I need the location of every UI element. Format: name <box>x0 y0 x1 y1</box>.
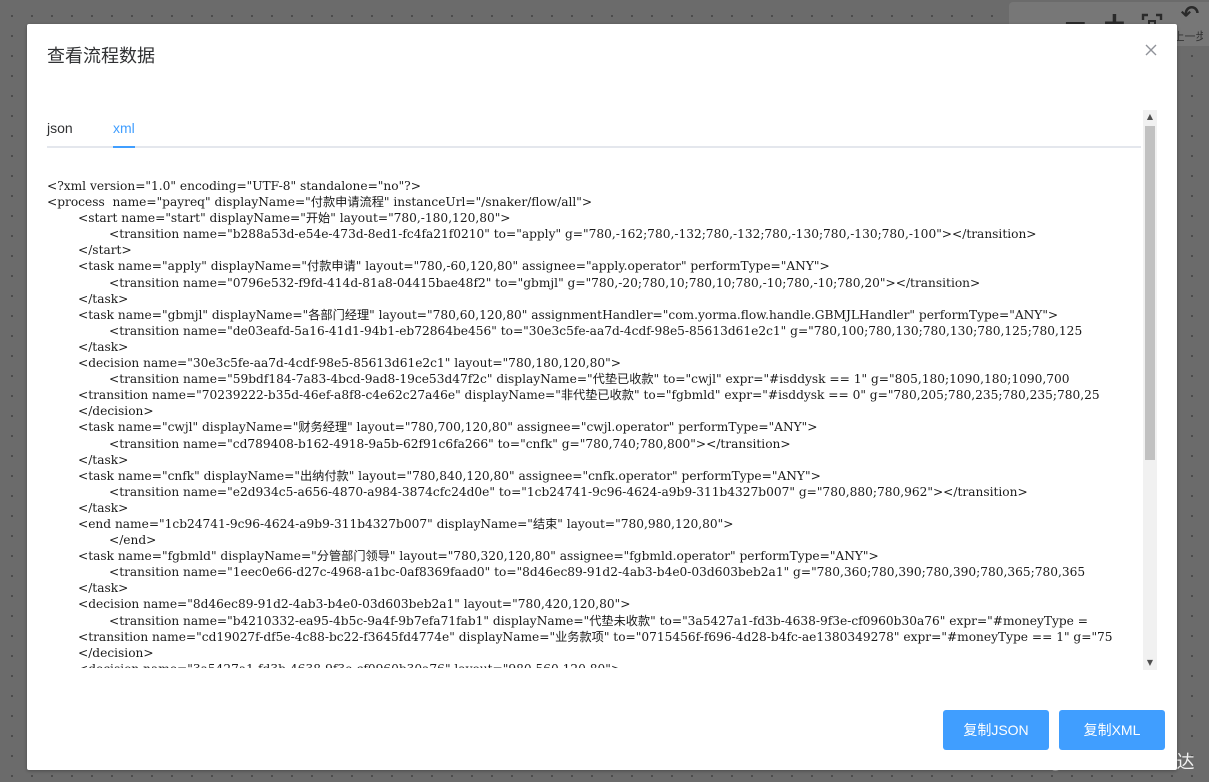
code-line: <decision name="30e3c5fe-aa7d-4cdf-98e5-… <box>47 356 621 371</box>
code-line: </end> <box>47 533 157 548</box>
code-line: <decision name="3a5427a1-fd3b-4638-9f3e-… <box>47 661 1141 668</box>
scroll-down-icon[interactable]: ▼ <box>1143 656 1157 670</box>
undo-label: 上一步 <box>1177 31 1203 43</box>
tab-active-indicator <box>113 146 135 148</box>
code-line: <transition name="1eec0e66-d27c-4968-a1b… <box>47 565 1086 580</box>
format-tabs: json xml <box>47 114 1141 148</box>
code-line: </task> <box>47 500 129 515</box>
code-line: <task name="fgbmld" displayName="分管部门领导"… <box>47 549 879 564</box>
code-line: <task name="gbmjl" displayName="各部门经理" l… <box>47 307 1059 322</box>
tab-xml[interactable]: xml <box>113 120 135 136</box>
code-scrollbar[interactable]: ▲ ▼ <box>1143 110 1157 670</box>
dialog-title: 查看流程数据 <box>47 46 155 66</box>
copy-xml-button[interactable]: 复制XML <box>1059 710 1165 750</box>
code-lines: <?xml version="1.0" encoding="UTF-8" sta… <box>47 178 1141 668</box>
code-line: </decision> <box>47 645 154 660</box>
tab-json[interactable]: json <box>47 120 73 136</box>
view-flow-data-dialog: 查看流程数据 json xml <?xml version="1.0" enco… <box>27 24 1177 770</box>
code-line: </start> <box>47 243 132 258</box>
code-line: <transition name="b4210332-ea95-4b5c-9a4… <box>47 613 1088 628</box>
undo-button[interactable]: ↶ 上一步 <box>1177 4 1203 44</box>
scroll-thumb[interactable] <box>1145 126 1155 460</box>
code-line: <process name="payreq" displayName="付款申请… <box>47 195 593 210</box>
code-line: </task> <box>47 581 129 596</box>
copy-json-button[interactable]: 复制JSON <box>943 710 1049 750</box>
code-line: <task name="cwjl" displayName="财务经理" lay… <box>47 420 818 435</box>
code-line: </task> <box>47 291 129 306</box>
code-line: </task> <box>47 452 129 467</box>
code-line: <task name="cnfk" displayName="出纳付款" lay… <box>47 468 821 483</box>
code-line: <transition name="cd789408-b162-4918-9a5… <box>47 436 791 451</box>
xml-code-view[interactable]: <?xml version="1.0" encoding="UTF-8" sta… <box>47 154 1141 668</box>
code-line: <transition name="0796e532-f9fd-414d-81a… <box>47 275 981 290</box>
close-icon[interactable] <box>1143 42 1159 58</box>
code-line: <task name="apply" displayName="付款申请" la… <box>47 259 830 274</box>
code-line: </decision> <box>47 404 154 419</box>
code-line: <transition name="e2d934c5-a656-4870-a98… <box>47 484 1028 499</box>
code-line: <decision name="8d46ec89-91d2-4ab3-b4e0-… <box>47 597 631 612</box>
code-line: <start name="start" displayName="开始" lay… <box>47 211 511 226</box>
code-line: <?xml version="1.0" encoding="UTF-8" sta… <box>47 179 421 193</box>
code-line: <transition name="70239222-b35d-46ef-a8f… <box>47 388 1100 403</box>
code-line: <end name="1cb24741-9c96-4624-a9b9-311b4… <box>47 516 734 531</box>
code-line: <transition name="b288a53d-e54e-473d-8ed… <box>47 227 1037 242</box>
code-line: <transition name="cd19027f-df5e-4c88-bc2… <box>47 629 1113 644</box>
code-line: <transition name="de03eafd-5a16-41d1-94b… <box>47 323 1083 338</box>
code-line: <transition name="59bdf184-7a83-4bcd-9ad… <box>47 372 1070 387</box>
undo-icon: ↶ <box>1180 4 1200 27</box>
scroll-up-icon[interactable]: ▲ <box>1143 110 1157 124</box>
code-line: </task> <box>47 339 129 354</box>
